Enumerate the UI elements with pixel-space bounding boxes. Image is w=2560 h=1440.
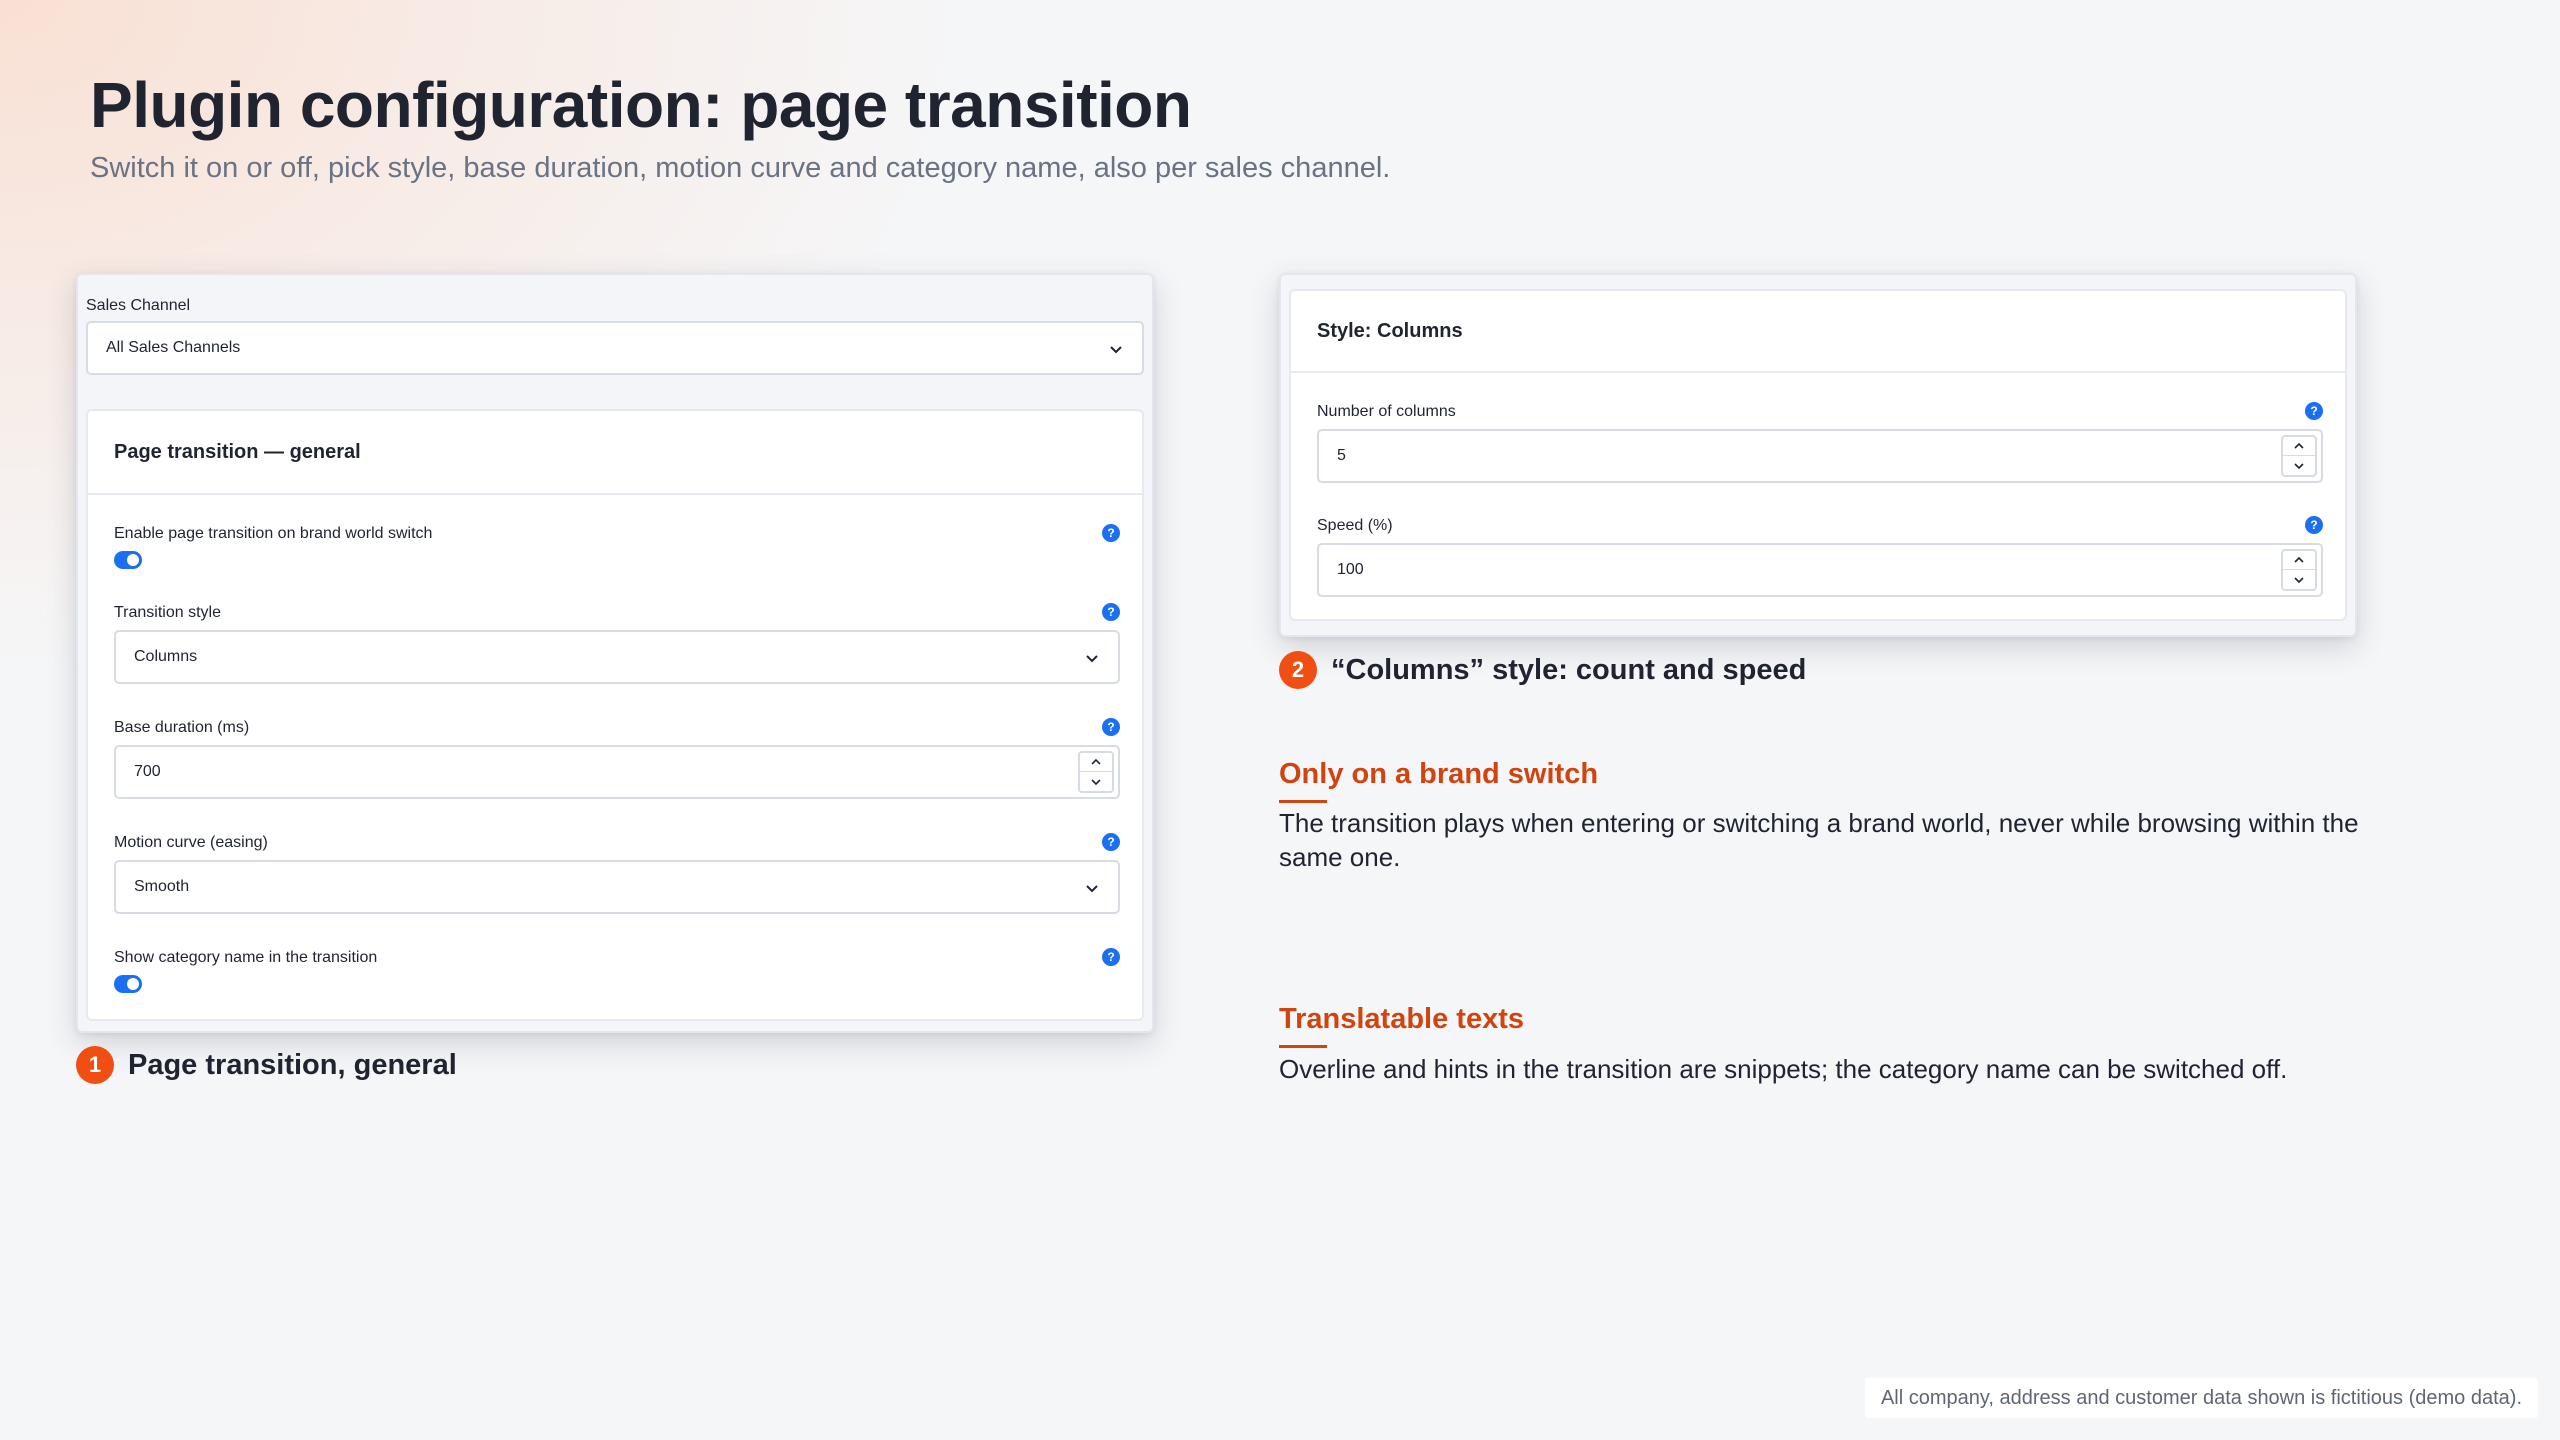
- card-title: Page transition — general: [88, 411, 1142, 495]
- speed-value: 100: [1337, 561, 1364, 578]
- note-title-translatable: Translatable texts: [1279, 1003, 1524, 1048]
- columns-count-field: Number of columns ? 5: [1317, 402, 2323, 485]
- transition-style-field: Transition style ? Columns: [114, 603, 1120, 686]
- speed-field: Speed (%) ? 100: [1317, 516, 2323, 599]
- transition-style-label: Transition style: [114, 604, 221, 621]
- columns-count-value: 5: [1337, 447, 1346, 464]
- show-category-label: Show category name in the transition: [114, 949, 378, 966]
- note-text-translatable: Overline and hints in the transition are…: [1279, 1054, 2288, 1084]
- note-title-brand-switch: Only on a brand switch: [1279, 758, 1599, 803]
- spin-down-icon[interactable]: [2283, 570, 2315, 589]
- chevron-down-icon: [1086, 885, 1098, 893]
- spin-up-icon[interactable]: [2283, 551, 2315, 570]
- enable-transition-field: Enable page transition on brand world sw…: [114, 524, 1120, 575]
- chevron-down-icon: [1086, 655, 1098, 663]
- spin-up-icon[interactable]: [2283, 437, 2315, 456]
- base-duration-value: 700: [134, 763, 161, 780]
- base-duration-label: Base duration (ms): [114, 719, 250, 736]
- caption-general-text: Page transition, general: [128, 1048, 457, 1081]
- speed-stepper[interactable]: [2281, 549, 2317, 591]
- columns-style-screenshot: Style: Columns Number of columns ? 5 Spe…: [1279, 273, 2357, 637]
- help-icon[interactable]: ?: [1102, 603, 1120, 621]
- step-badge: 2: [1279, 651, 1317, 689]
- spin-down-icon[interactable]: [2283, 456, 2315, 475]
- easing-select[interactable]: Smooth: [114, 860, 1120, 914]
- transition-style-select[interactable]: Columns: [114, 630, 1120, 684]
- help-icon[interactable]: ?: [2305, 402, 2323, 420]
- page-title: Plugin configuration: page transition: [90, 69, 1192, 141]
- help-icon[interactable]: ?: [2305, 516, 2323, 534]
- base-duration-input[interactable]: 700: [114, 745, 1120, 799]
- general-settings-screenshot: Sales Channel All Sales Channels Page tr…: [76, 273, 1154, 1033]
- speed-input[interactable]: 100: [1317, 543, 2323, 597]
- sales-channel-value: All Sales Channels: [106, 339, 241, 356]
- help-icon[interactable]: ?: [1102, 833, 1120, 851]
- base-duration-stepper[interactable]: [1078, 751, 1114, 793]
- show-category-field: Show category name in the transition ?: [114, 948, 1120, 999]
- caption-columns-text: “Columns” style: count and speed: [1331, 653, 1807, 686]
- help-icon[interactable]: ?: [1102, 524, 1120, 542]
- spin-up-icon[interactable]: [1080, 753, 1112, 772]
- general-settings-card: Page transition — general Enable page tr…: [86, 409, 1144, 1021]
- show-category-toggle[interactable]: [114, 975, 142, 993]
- speed-label: Speed (%): [1317, 517, 1393, 534]
- card-title: Style: Columns: [1291, 291, 2345, 373]
- columns-count-input[interactable]: 5: [1317, 429, 2323, 483]
- sales-channel-label: Sales Channel: [86, 297, 191, 314]
- columns-count-label: Number of columns: [1317, 403, 1456, 420]
- help-icon[interactable]: ?: [1102, 718, 1120, 736]
- sales-channel-select[interactable]: All Sales Channels: [86, 321, 1144, 375]
- columns-style-card: Style: Columns Number of columns ? 5 Spe…: [1289, 289, 2347, 621]
- page-subtitle: Switch it on or off, pick style, base du…: [90, 152, 1391, 184]
- easing-label: Motion curve (easing): [114, 834, 268, 851]
- columns-count-stepper[interactable]: [2281, 435, 2317, 477]
- caption-columns: 2 “Columns” style: count and speed: [1279, 651, 1806, 689]
- easing-field: Motion curve (easing) ? Smooth: [114, 833, 1120, 916]
- note-text-brand-switch: The transition plays when entering or sw…: [1279, 808, 2359, 872]
- transition-style-value: Columns: [134, 648, 198, 665]
- demo-data-disclaimer: All company, address and customer data s…: [1864, 1378, 2538, 1418]
- base-duration-field: Base duration (ms) ? 700: [114, 718, 1120, 801]
- enable-transition-label: Enable page transition on brand world sw…: [114, 525, 433, 542]
- step-badge: 1: [76, 1046, 114, 1084]
- caption-general: 1 Page transition, general: [76, 1046, 457, 1084]
- enable-transition-toggle[interactable]: [114, 551, 142, 569]
- help-icon[interactable]: ?: [1102, 948, 1120, 966]
- easing-value: Smooth: [134, 878, 190, 895]
- spin-down-icon[interactable]: [1080, 772, 1112, 791]
- chevron-down-icon: [1110, 346, 1122, 354]
